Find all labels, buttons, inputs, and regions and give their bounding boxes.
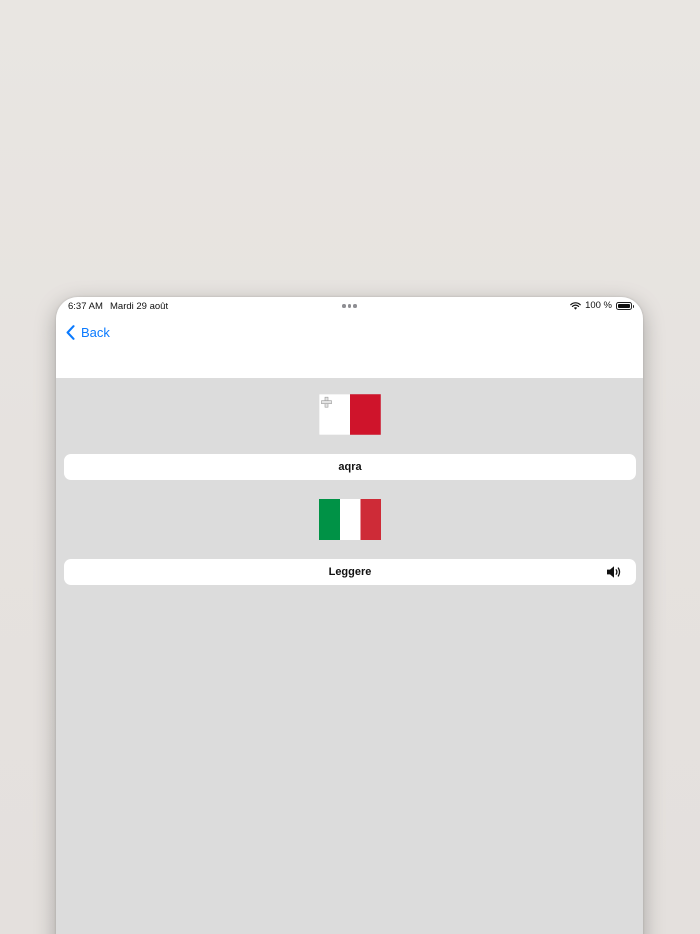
maltese-word-field: aqra xyxy=(64,454,636,480)
malta-flag-icon xyxy=(319,394,381,435)
tablet-screen: 6:37 AM Mardi 29 août 100 % Back aqra Le… xyxy=(56,297,643,934)
chevron-left-icon xyxy=(66,325,75,340)
back-label: Back xyxy=(81,325,110,340)
italian-word-field: Leggere xyxy=(64,559,636,585)
battery-icon xyxy=(616,301,634,310)
status-time: 6:37 AM xyxy=(68,301,103,312)
italian-word: Leggere xyxy=(328,566,372,578)
navigation-header: 6:37 AM Mardi 29 août 100 % Back xyxy=(56,297,643,378)
italy-flag-icon xyxy=(319,499,381,540)
speaker-icon[interactable] xyxy=(606,565,622,579)
back-button[interactable]: Back xyxy=(66,325,110,340)
status-indicators: 100 % xyxy=(570,300,634,311)
wifi-icon xyxy=(570,301,581,310)
maltese-word: aqra xyxy=(338,461,362,473)
battery-percent: 100 % xyxy=(585,300,612,311)
status-date: Mardi 29 août xyxy=(110,301,169,312)
status-bar: 6:37 AM Mardi 29 août 100 % xyxy=(56,297,643,315)
multitasking-dots-icon[interactable] xyxy=(342,304,357,308)
